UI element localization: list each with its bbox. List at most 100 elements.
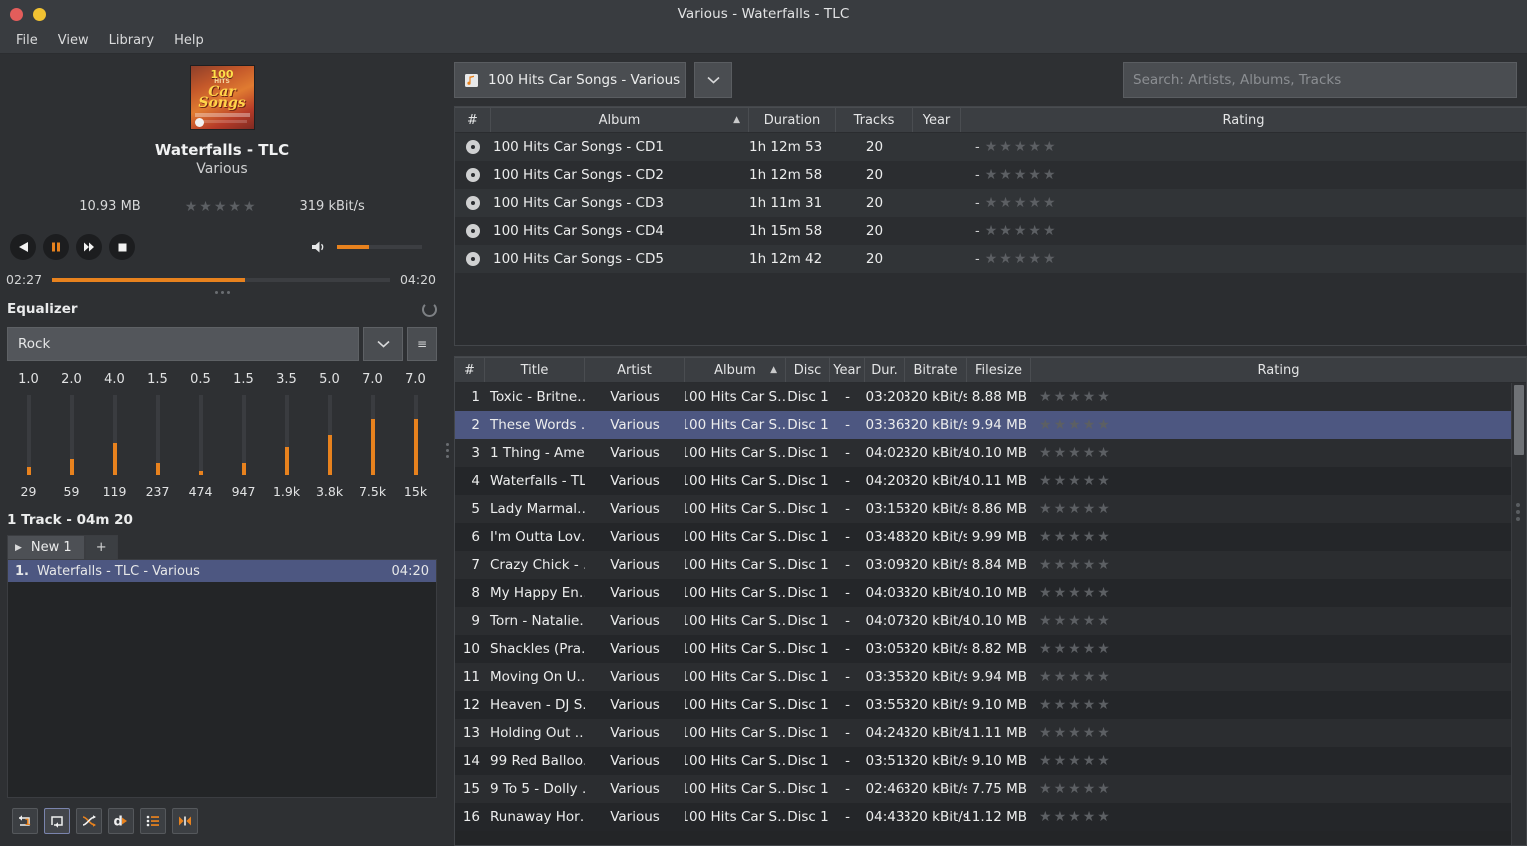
rating-stars[interactable]: ★ ★ ★ ★ ★ (985, 168, 1056, 182)
rating-star[interactable]: ★ (1068, 670, 1081, 684)
rating-star[interactable]: ★ (1097, 502, 1110, 516)
rating-star[interactable]: ★ (1068, 586, 1081, 600)
albums-table-body[interactable]: 100 Hits Car Songs - CD1 1h 12m 53 20- ★ ★ ★ ★… (455, 133, 1526, 345)
rating-star[interactable]: ★ (1083, 726, 1096, 740)
playlist-tab[interactable]: ▶ New 1 (7, 535, 85, 559)
next-track-button[interactable] (76, 234, 102, 260)
shuffle-button[interactable] (76, 808, 102, 834)
rating-star[interactable]: ★ (1039, 390, 1052, 404)
equalizer-band-slider[interactable] (241, 395, 246, 475)
rating-star[interactable]: ★ (1083, 530, 1096, 544)
rating-star[interactable]: ★ (1039, 810, 1052, 824)
rating-star[interactable]: ★ (1054, 642, 1067, 656)
rating-star[interactable]: ★ (1068, 754, 1081, 768)
rating-stars[interactable]: ★ ★ ★ ★ ★ (1039, 502, 1110, 516)
rating-star[interactable]: ★ (1039, 558, 1052, 572)
equalizer-band-slider[interactable] (327, 395, 332, 475)
equalizer-band-474[interactable]: 0.5 474 (179, 372, 222, 499)
track-row[interactable]: 12 Heaven - DJ S… Various 100 Hits Car S…Di… (455, 691, 1511, 719)
tracks-scrollbar-thumb[interactable] (1514, 385, 1524, 455)
rating-star[interactable]: ★ (1054, 670, 1067, 684)
rating-stars[interactable]: ★ ★ ★ ★ ★ (985, 140, 1056, 154)
equalizer-band-59[interactable]: 2.0 59 (50, 372, 93, 499)
equalizer-power-icon[interactable] (422, 301, 437, 317)
track-row[interactable]: 16 Runaway Hor… Various 100 Hits Car S… Disc… (455, 803, 1511, 831)
track-rating-cell[interactable]: ★ ★ ★ ★ ★ (1031, 579, 1511, 607)
rating-star[interactable]: ★ (1054, 782, 1067, 796)
equalizer-menu-button[interactable]: ≡ (407, 327, 437, 361)
equalizer-band-119[interactable]: 4.0 119 (93, 372, 136, 499)
albums-column-duration[interactable]: Duration (749, 108, 836, 132)
albums-column-year[interactable]: Year (913, 108, 961, 132)
rating-star[interactable]: ★ (1039, 474, 1052, 488)
rating-stars[interactable]: ★ ★ ★ ★ ★ (1039, 642, 1110, 656)
equalizer-band-slider[interactable] (413, 395, 418, 475)
player-equalizer-splitter[interactable] (0, 287, 444, 298)
rating-star[interactable]: ★ (1097, 642, 1110, 656)
track-rating-cell[interactable]: ★ ★ ★ ★ ★ (1031, 803, 1511, 831)
search-input[interactable]: Search: Artists, Albums, Tracks (1123, 62, 1517, 98)
equalizer-band-slider[interactable] (69, 395, 74, 475)
chevron-down-icon[interactable] (363, 327, 403, 361)
album-rating-cell[interactable]: - ★ ★ ★ ★ ★ (961, 161, 1526, 189)
rating-star[interactable]: ★ (1039, 586, 1052, 600)
equalizer-band-3.8k[interactable]: 5.0 3.8k (308, 372, 351, 499)
rating-star[interactable]: ★ (1014, 224, 1027, 238)
rating-star[interactable]: ★ (1054, 474, 1067, 488)
rating-star[interactable]: ★ (1039, 502, 1052, 516)
rating-star[interactable]: ★ (1083, 502, 1096, 516)
equalizer-preset-input[interactable]: Rock (7, 327, 359, 361)
tracks-table-body[interactable]: 1 Toxic - Britne… Various 100 Hits Car S… Di… (455, 383, 1511, 845)
rating-star[interactable]: ★ (1014, 168, 1027, 182)
track-rating-cell[interactable]: ★ ★ ★ ★ ★ (1031, 523, 1511, 551)
album-rating-cell[interactable]: - ★ ★ ★ ★ ★ (961, 133, 1526, 161)
track-rating-cell[interactable]: ★ ★ ★ ★ ★ (1031, 719, 1511, 747)
rating-star[interactable]: ★ (1039, 698, 1052, 712)
rating-stars[interactable]: ★ ★ ★ ★ ★ (1039, 558, 1110, 572)
tracks-column-[interactable]: # (455, 358, 485, 382)
rating-star[interactable]: ★ (985, 140, 998, 154)
album-rating-cell[interactable]: - ★ ★ ★ ★ ★ (961, 245, 1526, 273)
rating-star[interactable]: ★ (1028, 252, 1041, 266)
track-row[interactable]: 5 Lady Marmal… Various 100 Hits Car S… Disc … (455, 495, 1511, 523)
track-rating-cell[interactable]: ★ ★ ★ ★ ★ (1031, 747, 1511, 775)
rating-star[interactable]: ★ (1014, 252, 1027, 266)
menu-item-library[interactable]: Library (100, 30, 163, 51)
track-row[interactable]: 15 9 To 5 - Dolly … Various 100 Hits Car S…… (455, 775, 1511, 803)
rating-star[interactable]: ★ (985, 196, 998, 210)
track-row[interactable]: 4 Waterfalls - TLC Various 100 Hits Car S…D… (455, 467, 1511, 495)
track-row[interactable]: 6 I'm Outta Lov… Various 100 Hits Car S… Dis… (455, 523, 1511, 551)
rating-star[interactable]: ★ (1097, 586, 1110, 600)
rating-star[interactable]: ★ (1097, 446, 1110, 460)
queue-button[interactable] (140, 808, 166, 834)
rating-star[interactable]: ★ (1054, 614, 1067, 628)
equalizer-band-15k[interactable]: 7.0 15k (394, 372, 437, 499)
menu-item-help[interactable]: Help (165, 30, 213, 51)
album-row[interactable]: 100 Hits Car Songs - CD1 1h 12m 53 20- ★ ★ ★ ★… (455, 133, 1526, 161)
tracks-column-year[interactable]: Year (830, 358, 865, 382)
rating-star[interactable]: ★ (1097, 782, 1110, 796)
rating-stars[interactable]: ★ ★ ★ ★ ★ (1039, 698, 1110, 712)
rating-star[interactable]: ★ (1039, 726, 1052, 740)
tracks-column-bitrate[interactable]: Bitrate (905, 358, 967, 382)
rating-stars[interactable]: ★ ★ ★ ★ ★ (985, 196, 1056, 210)
equalizer-band-slider[interactable] (370, 395, 375, 475)
rating-star[interactable]: ★ (1068, 446, 1081, 460)
rating-star[interactable]: ★ (1014, 140, 1027, 154)
rating-stars[interactable]: ★ ★ ★ ★ ★ (1039, 446, 1110, 460)
rating-star[interactable]: ★ (1083, 418, 1096, 432)
rating-star[interactable]: ★ (1083, 754, 1096, 768)
pause-button[interactable] (43, 234, 69, 260)
track-row[interactable]: 14 99 Red Balloo… Various 100 Hits Car S…Di… (455, 747, 1511, 775)
rating-star[interactable]: ★ (214, 200, 227, 214)
equalizer-band-slider[interactable] (284, 395, 289, 475)
rating-star[interactable]: ★ (1068, 782, 1081, 796)
albums-column-[interactable]: # (455, 108, 491, 132)
rating-star[interactable]: ★ (1068, 530, 1081, 544)
rating-star[interactable]: ★ (1097, 390, 1110, 404)
rating-star[interactable]: ★ (1028, 168, 1041, 182)
rating-star[interactable]: ★ (1028, 224, 1041, 238)
rating-star[interactable]: ★ (1097, 810, 1110, 824)
rating-star[interactable]: ★ (1039, 754, 1052, 768)
rating-star[interactable]: ★ (1083, 390, 1096, 404)
